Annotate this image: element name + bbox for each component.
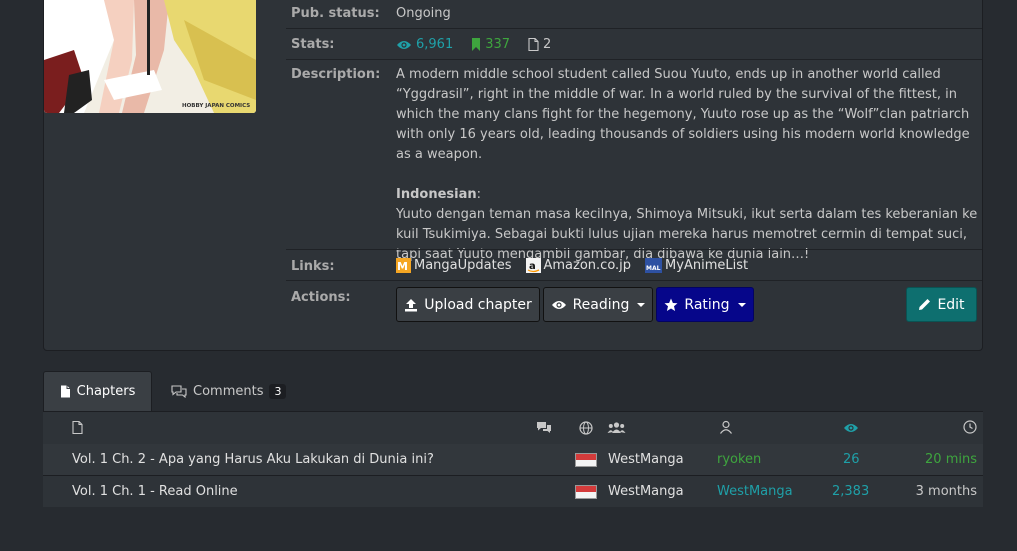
uploader-link[interactable]: ryoken — [717, 444, 761, 475]
upload-chapter-label: Upload chapter — [424, 296, 532, 313]
rating-label: Rating — [684, 296, 730, 313]
upload-chapter-button[interactable]: Upload chapter — [396, 287, 540, 322]
amazon-icon: a — [525, 258, 541, 273]
chapters-table-header — [43, 411, 983, 445]
svg-text:MAL: MAL — [646, 265, 661, 272]
myanimelist-icon: MAL — [645, 258, 663, 273]
tab-comments[interactable]: Comments 3 — [171, 371, 287, 411]
description-indonesian-heading: Indonesian: — [396, 187, 482, 202]
stats-chapters: 2 — [543, 37, 552, 52]
reading-dropdown-button[interactable]: Reading — [543, 287, 653, 322]
tab-chapters-label: Chapters — [76, 384, 136, 399]
chapter-title-link[interactable]: Vol. 1 Ch. 1 - Read Online — [72, 476, 238, 507]
link-amazon[interactable]: Amazon.co.jp — [544, 258, 632, 273]
bookmark-icon — [471, 38, 481, 51]
stats-label: Stats: — [291, 37, 335, 52]
group-link[interactable]: WestManga — [608, 444, 684, 475]
comments-icon — [171, 384, 187, 398]
description-text: A modern middle school student called Su… — [396, 65, 978, 265]
actions-label: Actions: — [291, 290, 351, 305]
links-row: Links: M MangaUpdates a Amazon.co.jp MAL… — [286, 249, 982, 281]
stats-row: Stats: 6,961 337 2 — [286, 28, 982, 60]
edit-button[interactable]: Edit — [906, 287, 977, 322]
svg-text:M: M — [397, 260, 408, 273]
chapter-views: 26 — [843, 452, 860, 467]
mangaupdates-icon: M — [396, 258, 411, 273]
chapter-time: 3 months — [915, 484, 977, 499]
eye-icon — [396, 39, 412, 51]
chapter-title-link[interactable]: Vol. 1 Ch. 2 - Apa yang Harus Aku Lakuka… — [72, 444, 434, 475]
indonesia-flag-icon — [575, 476, 597, 507]
user-icon — [719, 420, 733, 434]
stats-views: 6,961 — [416, 37, 454, 52]
stats-values: 6,961 337 2 — [396, 37, 978, 52]
manga-cover-image[interactable]: HOBBY JAPAN COMICS — [44, 0, 256, 113]
indonesia-flag-icon — [575, 444, 597, 475]
pub-status-label: Pub. status: — [291, 6, 380, 21]
links-label: Links: — [291, 259, 335, 274]
eye-icon — [551, 299, 567, 311]
chapter-row[interactable]: Vol. 1 Ch. 2 - Apa yang Harus Aku Lakuka… — [43, 444, 983, 476]
group-link[interactable]: WestManga — [608, 476, 684, 507]
description-english: A modern middle school student called Su… — [396, 67, 970, 162]
caret-down-icon — [737, 302, 746, 307]
caret-down-icon — [637, 302, 646, 307]
reading-label: Reading — [572, 296, 630, 313]
link-myanimelist[interactable]: MyAnimeList — [665, 258, 748, 273]
chapter-time: 20 mins — [925, 452, 977, 467]
upload-icon — [404, 298, 418, 312]
file-icon — [60, 385, 71, 398]
views-column-eye-icon — [843, 422, 859, 434]
link-mangaupdates[interactable]: MangaUpdates — [414, 258, 512, 273]
comments-column-icon — [536, 421, 552, 434]
links-list: M MangaUpdates a Amazon.co.jp MAL MyAnim… — [396, 258, 978, 273]
clock-icon — [963, 420, 977, 434]
globe-icon — [579, 421, 593, 435]
pub-status-value: Ongoing — [396, 6, 451, 21]
cover-publisher-text: HOBBY JAPAN COMICS — [182, 103, 250, 109]
stats-follows: 337 — [485, 37, 511, 52]
rating-dropdown-button[interactable]: Rating — [656, 287, 754, 322]
file-icon — [528, 38, 539, 51]
comments-count-badge: 3 — [269, 383, 287, 399]
chapter-views: 2,383 — [832, 484, 870, 499]
description-row: Description: A modern middle school stud… — [286, 59, 982, 262]
uploader-link[interactable]: WestManga — [717, 476, 793, 507]
group-icon — [607, 421, 626, 434]
file-icon — [72, 421, 83, 434]
pub-status-row: Pub. status: Ongoing — [286, 0, 982, 31]
description-label: Description: — [291, 67, 381, 82]
tab-chapters[interactable]: Chapters — [43, 371, 152, 411]
star-icon — [664, 298, 678, 312]
pencil-icon — [918, 298, 931, 311]
edit-label: Edit — [937, 296, 965, 313]
chapter-row[interactable]: Vol. 1 Ch. 1 - Read Online WestManga Wes… — [43, 476, 983, 507]
tab-comments-label: Comments — [193, 383, 264, 399]
